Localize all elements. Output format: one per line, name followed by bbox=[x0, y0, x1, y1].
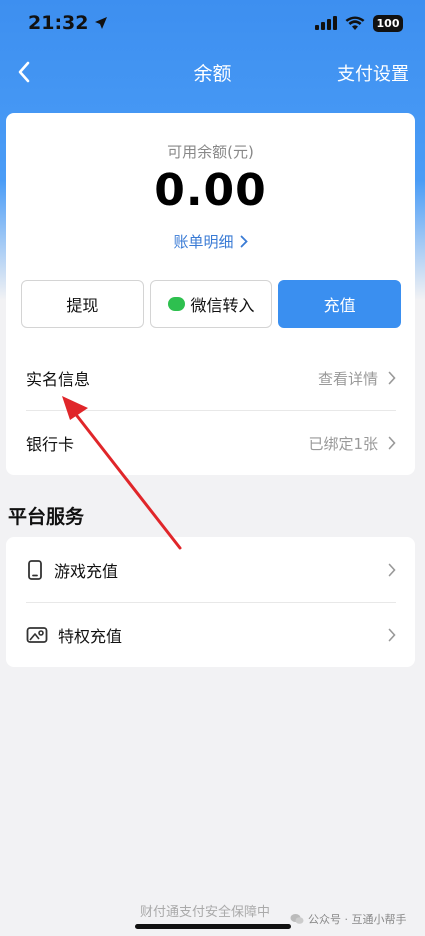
services-section-title: 平台服务 bbox=[8, 506, 85, 528]
phone-icon bbox=[28, 560, 42, 580]
balance-card: 可用余额(元) 0.00 账单明细 提现 微信转入 充值 实名信息 查看详情 银… bbox=[6, 113, 415, 475]
page-title: 余额 bbox=[193, 62, 232, 85]
battery-icon: 100 bbox=[373, 14, 403, 32]
security-footer-text: 财付通支付安全保障中 bbox=[140, 905, 271, 920]
back-button[interactable] bbox=[8, 56, 40, 88]
game-recharge-row[interactable]: 游戏充值 bbox=[26, 538, 396, 602]
watermark-text: 公众号 · 互通小帮手 bbox=[308, 913, 407, 926]
time-text: 21:32 bbox=[28, 12, 89, 34]
recharge-button[interactable]: 充值 bbox=[278, 280, 402, 328]
privilege-recharge-row[interactable]: 特权充值 bbox=[26, 603, 396, 667]
wechat-official-account-icon bbox=[290, 914, 304, 924]
chevron-right-icon bbox=[240, 235, 248, 248]
privilege-icon bbox=[26, 627, 48, 643]
real-name-label: 实名信息 bbox=[26, 370, 91, 389]
cellular-signal-icon bbox=[315, 16, 337, 30]
location-arrow-icon bbox=[95, 17, 108, 29]
home-indicator[interactable] bbox=[135, 924, 291, 929]
chevron-right-icon bbox=[388, 371, 396, 385]
balance-label: 可用余额(元) bbox=[167, 143, 254, 161]
wechat-transfer-label: 微信转入 bbox=[190, 296, 255, 315]
bank-card-row[interactable]: 银行卡 已绑定1张 bbox=[26, 411, 396, 475]
wechat-icon bbox=[167, 297, 185, 311]
withdraw-button[interactable]: 提现 bbox=[21, 280, 144, 328]
services-card: 游戏充值 特权充值 bbox=[6, 537, 415, 667]
bank-card-value: 已绑定1张 bbox=[308, 434, 378, 453]
game-recharge-label: 游戏充值 bbox=[54, 562, 119, 581]
balance-amount: 0.00 bbox=[154, 165, 267, 216]
chevron-right-icon bbox=[388, 563, 396, 577]
status-indicators: 100 bbox=[315, 14, 403, 32]
watermark: 公众号 · 互通小帮手 bbox=[290, 911, 407, 927]
chevron-right-icon bbox=[388, 436, 396, 450]
wifi-icon bbox=[345, 16, 365, 30]
bill-details-label: 账单明细 bbox=[173, 233, 234, 251]
action-buttons: 提现 微信转入 充值 bbox=[21, 280, 402, 328]
privilege-recharge-label: 特权充值 bbox=[58, 627, 123, 646]
bill-details-link[interactable]: 账单明细 bbox=[6, 231, 415, 252]
chevron-left-icon bbox=[18, 61, 30, 83]
wechat-transfer-button[interactable]: 微信转入 bbox=[149, 280, 273, 328]
chevron-right-icon bbox=[388, 628, 396, 642]
real-name-info-row[interactable]: 实名信息 查看详情 bbox=[26, 346, 396, 410]
status-time: 21:32 bbox=[28, 12, 108, 34]
bank-card-label: 银行卡 bbox=[26, 435, 75, 454]
status-bar: 21:32 100 bbox=[0, 0, 425, 46]
payment-settings-button[interactable]: 支付设置 bbox=[337, 60, 409, 86]
navigation-bar: 余额 支付设置 bbox=[0, 50, 425, 94]
real-name-value: 查看详情 bbox=[317, 369, 378, 388]
